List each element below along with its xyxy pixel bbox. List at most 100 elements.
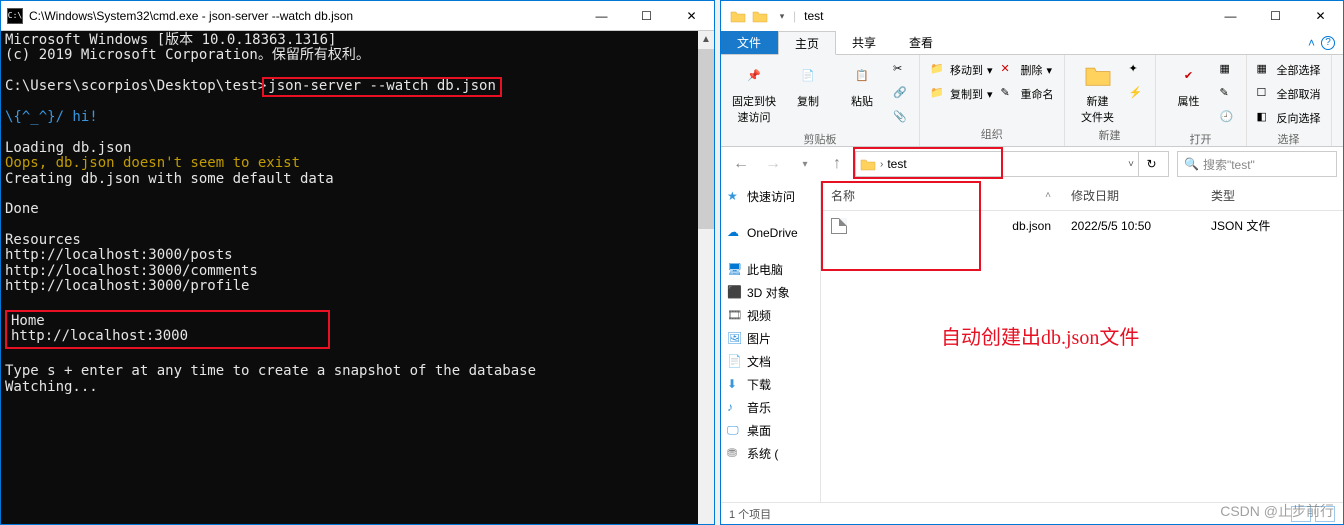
cmd-titlebar[interactable]: C:\ C:\Windows\System32\cmd.exe - json-s… (1, 1, 714, 31)
ribbon-collapse[interactable]: ˄ ? (1308, 31, 1335, 54)
docs-icon: 📄 (727, 354, 743, 370)
search-input[interactable]: 🔍 搜索"test" (1177, 151, 1337, 177)
explorer-minimize-button[interactable]: — (1208, 1, 1253, 31)
pictures-icon: 🖼 (727, 331, 743, 347)
tree-item-3d[interactable]: ⬛3D 对象 (721, 281, 820, 304)
tree-item-docs[interactable]: 📄文档 (721, 350, 820, 373)
tree-item-desktop[interactable]: 🖵桌面 (721, 419, 820, 442)
ribbon-newitem-button[interactable]: ✦ (1129, 59, 1145, 81)
explorer-file-list[interactable]: 名称˄ 修改日期 类型 db.json 2022/5/5 10:50 JSON … (821, 181, 1343, 502)
select-none-icon: ☐ (1257, 86, 1273, 102)
file-name: db.json (1012, 219, 1051, 233)
ribbon-moveto-button[interactable]: 📁移动到 ▾ (930, 59, 993, 81)
drive-icon: ⛃ (727, 446, 743, 462)
ribbon-properties-button[interactable]: ✔属性 (1166, 59, 1212, 109)
address-bar[interactable]: › test ˅ ↻ (855, 151, 1169, 177)
ribbon-easyaccess-button[interactable]: ⚡ (1129, 83, 1145, 105)
cmd-icon: C:\ (7, 8, 23, 24)
cmd-ascii: \{^_^}/ hi! (5, 110, 710, 125)
breadcrumb-text[interactable]: test (887, 157, 906, 171)
refresh-button[interactable]: ↻ (1138, 152, 1164, 176)
ribbon-group-label: 打开 (1166, 129, 1236, 147)
select-invert-icon: ◧ (1257, 110, 1273, 126)
file-row[interactable]: db.json 2022/5/5 10:50 JSON 文件 (821, 211, 1343, 240)
explorer-tree[interactable]: ★快速访问 ☁OneDrive 🖥此电脑 ⬛3D 对象 🎞视频 🖼图片 📄文档 … (721, 181, 821, 502)
tree-item-system[interactable]: ⛃系统 ( (721, 442, 820, 465)
scroll-up-icon[interactable]: ▲ (698, 31, 714, 49)
search-placeholder: 搜索"test" (1203, 156, 1255, 173)
file-type: JSON 文件 (1201, 211, 1301, 240)
ribbon-newfolder-button[interactable]: 新建 文件夹 (1075, 59, 1121, 125)
ribbon-paste-shortcut-button[interactable]: 📎 (893, 107, 909, 129)
chevron-right-icon[interactable]: › (880, 159, 883, 170)
copy-icon: 📄 (792, 59, 824, 91)
tree-item-pictures[interactable]: 🖼图片 (721, 327, 820, 350)
ribbon-selectall-button[interactable]: ▦全部选择 (1257, 59, 1321, 81)
explorer-close-button[interactable]: ✕ (1298, 1, 1343, 31)
column-date[interactable]: 修改日期 (1061, 181, 1201, 210)
tree-item-downloads[interactable]: ⬇下载 (721, 373, 820, 396)
cut-icon: ✂ (893, 62, 909, 78)
explorer-maximize-button[interactable]: ☐ (1253, 1, 1298, 31)
ribbon-copy-button[interactable]: 📄复制 (785, 59, 831, 109)
ribbon-pin-button[interactable]: 📌固定到快 速访问 (731, 59, 777, 125)
scroll-thumb[interactable] (698, 49, 714, 229)
explorer-title: test (796, 9, 1208, 23)
tree-item-video[interactable]: 🎞视频 (721, 304, 820, 327)
new-folder-icon (1082, 59, 1114, 91)
qat-dropdown-icon[interactable]: ▾ (771, 5, 793, 27)
ribbon-history-button[interactable]: 🕘 (1220, 107, 1236, 129)
explorer-window: ▾ | test — ☐ ✕ 文件 主页 共享 查看 ˄ ? 📌固定到快 速访问… (720, 0, 1344, 525)
tab-file[interactable]: 文件 (721, 31, 778, 54)
ribbon-invert-button[interactable]: ◧反向选择 (1257, 107, 1321, 129)
nav-recent-button[interactable]: ▾ (791, 150, 819, 178)
ribbon-copypath-button[interactable]: 🔗 (893, 83, 909, 105)
list-header: 名称˄ 修改日期 类型 (821, 181, 1343, 211)
tree-item-quick[interactable]: ★快速访问 (721, 185, 820, 208)
cmd-line: Creating db.json with some default data (5, 172, 710, 187)
copyto-icon: 📁 (930, 86, 946, 102)
pin-icon: 📌 (738, 59, 770, 91)
watermark: CSDN @止步前行 (1220, 501, 1334, 521)
nav-up-button[interactable]: ↑ (823, 150, 851, 178)
tree-item-onedrive[interactable]: ☁OneDrive (721, 222, 820, 244)
folder-props-icon[interactable] (749, 5, 771, 27)
tree-item-thispc[interactable]: 🖥此电脑 (721, 258, 820, 281)
column-name[interactable]: 名称˄ (821, 181, 1061, 210)
tab-share[interactable]: 共享 (836, 31, 893, 54)
cmd-scrollbar[interactable]: ▲ (698, 31, 714, 524)
file-date: 2022/5/5 10:50 (1061, 211, 1201, 240)
delete-icon: ✕ (1001, 62, 1017, 78)
column-type[interactable]: 类型 (1201, 181, 1301, 210)
cmd-line: http://localhost:3000/posts (5, 248, 710, 263)
cmd-maximize-button[interactable]: ☐ (624, 1, 669, 31)
cmd-command-highlight: json-server --watch db.json (262, 77, 502, 96)
ribbon-delete-button[interactable]: ✕删除 ▾ (1001, 59, 1054, 81)
cmd-minimize-button[interactable]: — (579, 1, 624, 31)
cmd-line: http://localhost:3000/profile (5, 279, 710, 294)
ribbon-rename-button[interactable]: ✎重命名 (1001, 83, 1054, 105)
move-icon: 📁 (930, 62, 946, 78)
crumb-dropdown-icon[interactable]: ˅ (1128, 159, 1134, 170)
cmd-close-button[interactable]: ✕ (669, 1, 714, 31)
cmd-line: Watching... (5, 380, 710, 395)
ribbon-copyto-button[interactable]: 📁复制到 ▾ (930, 83, 993, 105)
nav-forward-button[interactable]: → (759, 150, 787, 178)
cmd-prompt-line: C:\Users\scorpios\Desktop\test>json-serv… (5, 79, 710, 94)
ribbon-cut-button[interactable]: ✂ (893, 59, 909, 81)
ribbon-paste-button[interactable]: 📋粘贴 (839, 59, 885, 109)
tab-home[interactable]: 主页 (778, 31, 836, 55)
star-icon: ★ (727, 189, 743, 205)
ribbon-selectnone-button[interactable]: ☐全部取消 (1257, 83, 1321, 105)
ribbon-edit-button[interactable]: ✎ (1220, 83, 1236, 105)
pc-icon: 🖥 (727, 262, 743, 278)
music-icon: ♪ (727, 400, 743, 416)
ribbon-group-label: 选择 (1257, 129, 1321, 147)
explorer-titlebar[interactable]: ▾ | test — ☐ ✕ (721, 1, 1343, 31)
folder-icon (727, 5, 749, 27)
nav-back-button[interactable]: ← (727, 150, 755, 178)
tree-item-music[interactable]: ♪音乐 (721, 396, 820, 419)
cmd-output[interactable]: Microsoft Windows [版本 10.0.18363.1316] (… (1, 31, 714, 524)
tab-view[interactable]: 查看 (893, 31, 950, 54)
ribbon-open-button[interactable]: ▦ (1220, 59, 1236, 81)
